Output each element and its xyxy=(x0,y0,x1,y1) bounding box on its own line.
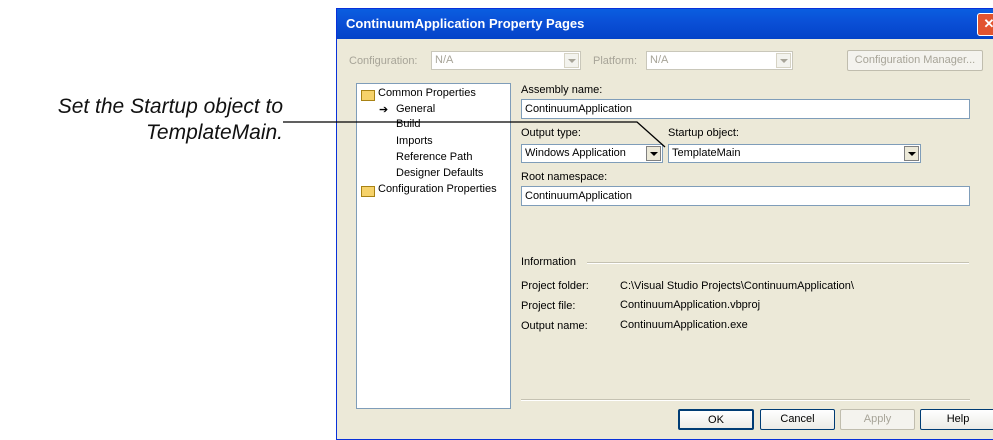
startup-object-value: TemplateMain xyxy=(672,147,741,159)
callout-line-2: TemplateMain. xyxy=(146,121,283,144)
output-type-select[interactable]: Windows Application xyxy=(521,144,663,163)
platform-dropdown-icon[interactable] xyxy=(776,53,791,68)
root-namespace-label: Root namespace: xyxy=(521,171,608,183)
apply-button[interactable]: Apply xyxy=(840,409,915,430)
platform-label: Platform: xyxy=(593,55,638,67)
property-pages-window: ContinuumApplication Property Pages ✕ Co… xyxy=(336,8,993,440)
root-namespace-value: ContinuumApplication xyxy=(525,190,633,202)
output-type-value: Windows Application xyxy=(525,147,626,159)
information-heading: Information xyxy=(521,256,577,268)
platform-value: N/A xyxy=(650,54,669,66)
assembly-name-value: ContinuumApplication xyxy=(525,103,633,115)
button-divider xyxy=(521,399,970,401)
startup-object-select[interactable]: TemplateMain xyxy=(668,144,921,163)
startup-object-label: Startup object: xyxy=(668,127,739,139)
close-icon: ✕ xyxy=(984,16,993,31)
arrow-right-icon: ➔ xyxy=(379,104,389,116)
project-file-label: Project file: xyxy=(521,300,576,312)
output-name-label: Output name: xyxy=(521,320,588,332)
information-divider xyxy=(587,262,969,264)
assembly-name-input[interactable]: ContinuumApplication xyxy=(521,99,970,119)
configuration-label: Configuration: xyxy=(349,55,418,67)
title-bar[interactable]: ContinuumApplication Property Pages ✕ xyxy=(337,9,993,39)
folder-icon xyxy=(361,186,375,197)
project-folder-label: Project folder: xyxy=(521,280,589,292)
callout-text: Set the Startup object to TemplateMain. xyxy=(0,94,283,146)
assembly-name-label: Assembly name: xyxy=(521,84,603,96)
cancel-button[interactable]: Cancel xyxy=(760,409,835,430)
project-file-value: ContinuumApplication.vbproj xyxy=(620,299,761,311)
project-folder-value: C:\Visual Studio Projects\ContinuumAppli… xyxy=(620,280,854,292)
ok-button[interactable]: OK xyxy=(678,409,754,430)
callout-line-1: Set the Startup object to xyxy=(57,95,283,118)
output-type-label: Output type: xyxy=(521,127,581,139)
property-tree[interactable]: Common Properties ➔ General Build Import… xyxy=(356,83,511,409)
tree-node-designer-defaults[interactable]: Designer Defaults xyxy=(396,167,483,179)
tree-node-general[interactable]: General xyxy=(396,103,435,115)
tree-node-reference-path[interactable]: Reference Path xyxy=(396,151,472,163)
window-title: ContinuumApplication Property Pages xyxy=(346,16,585,31)
startup-object-dropdown-icon[interactable] xyxy=(904,146,919,161)
tree-node-common-properties[interactable]: Common Properties xyxy=(378,87,476,99)
tree-node-configuration-properties[interactable]: Configuration Properties xyxy=(378,183,497,195)
output-type-dropdown-icon[interactable] xyxy=(646,146,661,161)
tree-node-build[interactable]: Build xyxy=(396,118,420,130)
configuration-value: N/A xyxy=(435,54,454,66)
folder-open-icon xyxy=(361,90,375,101)
root-namespace-input[interactable]: ContinuumApplication xyxy=(521,186,970,206)
output-name-value: ContinuumApplication.exe xyxy=(620,319,748,331)
tree-node-imports[interactable]: Imports xyxy=(396,135,433,147)
platform-select[interactable]: N/A xyxy=(646,51,793,70)
configuration-dropdown-icon[interactable] xyxy=(564,53,579,68)
configuration-select[interactable]: N/A xyxy=(431,51,581,70)
configuration-manager-button[interactable]: Configuration Manager... xyxy=(847,50,983,71)
close-button[interactable]: ✕ xyxy=(977,13,993,36)
help-button[interactable]: Help xyxy=(920,409,993,430)
